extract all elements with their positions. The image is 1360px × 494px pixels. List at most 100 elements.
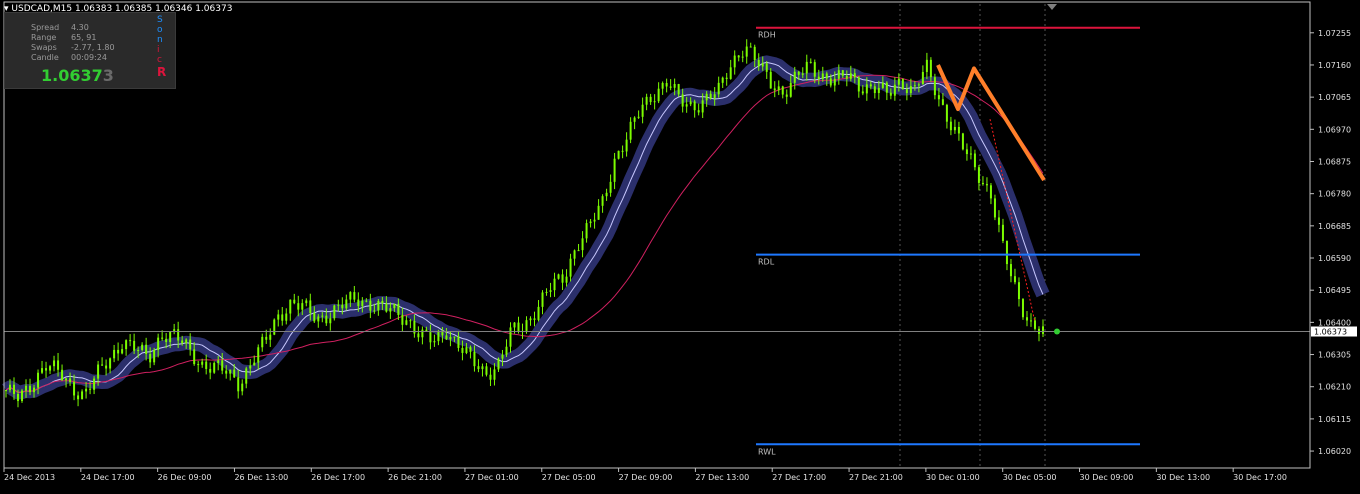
- candle-body: [777, 86, 780, 91]
- candle-body: [137, 349, 140, 351]
- candle-body: [857, 77, 860, 92]
- candle-body: [93, 378, 96, 390]
- y-tick-label: 1.06495: [1318, 286, 1351, 295]
- candle-body: [817, 76, 820, 80]
- sonic-letter: R: [157, 65, 167, 79]
- candle-body: [313, 313, 316, 322]
- candle-body: [33, 387, 36, 393]
- candle-body: [577, 250, 580, 252]
- candle-body: [937, 95, 940, 100]
- candle-body: [685, 104, 688, 107]
- candle-body: [277, 314, 280, 320]
- candle-body: [13, 384, 16, 394]
- candle-body: [841, 70, 844, 76]
- candle-body: [761, 63, 764, 67]
- candle-body: [201, 361, 204, 365]
- y-tick-label: 1.06970: [1318, 125, 1351, 134]
- price-last-digit: 3: [102, 66, 114, 85]
- x-tick-label: 30 Dec 17:00: [1233, 473, 1287, 482]
- candle-body: [281, 314, 284, 321]
- y-tick-label: 1.06685: [1318, 222, 1351, 231]
- candle-body: [481, 366, 484, 370]
- x-tick-label: 27 Dec 01:00: [465, 473, 519, 482]
- candle-body: [865, 84, 868, 94]
- swaps-label: Swaps: [31, 43, 57, 52]
- candle-body: [625, 139, 628, 152]
- candle-body: [253, 362, 256, 366]
- candle-body: [69, 378, 72, 382]
- candle-body: [377, 300, 380, 311]
- candle-body: [257, 347, 260, 363]
- candle-body: [689, 101, 692, 105]
- candle-body: [77, 395, 80, 400]
- range-value: 65, 91: [71, 33, 97, 42]
- candle-body: [805, 61, 808, 74]
- candle-body: [613, 158, 616, 182]
- candle-body: [473, 351, 476, 367]
- y-tick-label: 1.07255: [1318, 29, 1351, 38]
- candle-body: [873, 86, 876, 94]
- sonic-letter: c: [157, 55, 162, 65]
- candle-body: [301, 303, 304, 310]
- candle-body: [321, 315, 324, 317]
- level-label-rwl: RWL: [758, 447, 776, 456]
- candle-body: [381, 300, 384, 304]
- candle-body: [569, 258, 572, 277]
- candle-body: [929, 59, 932, 78]
- candle-body: [605, 192, 608, 197]
- price-chart[interactable]: RDH RDL RWL 1.06373 1.07255 1.07160 1.07065 1.…: [0, 0, 1360, 490]
- candle-body: [541, 292, 544, 307]
- candle-body: [833, 78, 836, 86]
- current-price-display: 1.06373: [41, 66, 114, 85]
- candle-body: [537, 306, 540, 320]
- candle-body: [677, 84, 680, 95]
- info-panel: Spread 4.30 Range 65, 91 Swaps -2.77, 1.…: [4, 12, 176, 89]
- candle-body: [265, 336, 268, 340]
- candle-body: [37, 372, 40, 388]
- candle-body: [773, 88, 776, 91]
- x-tick-label: 26 Dec 21:00: [388, 473, 442, 482]
- y-tick-label: 1.07065: [1318, 93, 1351, 102]
- candle-body: [241, 383, 244, 392]
- candle-body: [353, 292, 356, 300]
- candle-body: [1005, 240, 1008, 265]
- x-tick-label: 24 Dec 2013: [4, 473, 55, 482]
- candle-body: [169, 331, 172, 343]
- candle-body: [333, 305, 336, 319]
- x-tick-label: 24 Dec 17:00: [81, 473, 135, 482]
- candle-body: [925, 59, 928, 72]
- candle-body: [49, 366, 52, 371]
- candle-body: [621, 150, 624, 152]
- candle-body: [949, 121, 952, 131]
- candle-body: [249, 365, 252, 369]
- candle-body: [781, 86, 784, 95]
- candle-body: [601, 196, 604, 206]
- candle-body: [965, 149, 968, 155]
- candle-body: [973, 153, 976, 168]
- candle-body: [545, 291, 548, 293]
- candle-body: [1017, 282, 1020, 300]
- candle-body: [25, 385, 28, 391]
- candle-body: [669, 86, 672, 88]
- candle-body: [165, 338, 168, 343]
- candle-body: [825, 73, 828, 79]
- candle-body: [177, 329, 180, 341]
- candle-body: [445, 335, 448, 340]
- candle-body: [141, 344, 144, 350]
- candle-body: [369, 300, 372, 311]
- candle-body: [261, 336, 264, 348]
- candle-body: [533, 318, 536, 320]
- sonic-letter: i: [157, 45, 160, 55]
- candle-body: [417, 333, 420, 338]
- candle-body: [757, 60, 760, 67]
- candle-body: [941, 99, 944, 105]
- y-tick-label: 1.06115: [1318, 415, 1351, 424]
- candle-body: [945, 104, 948, 122]
- candle-body: [573, 250, 576, 259]
- candle-body: [209, 368, 212, 373]
- candle-body: [657, 88, 660, 102]
- candle-body: [721, 77, 724, 83]
- candle-body: [61, 369, 64, 381]
- candle-body: [373, 310, 376, 312]
- candle-value: 00:09:24: [71, 53, 107, 62]
